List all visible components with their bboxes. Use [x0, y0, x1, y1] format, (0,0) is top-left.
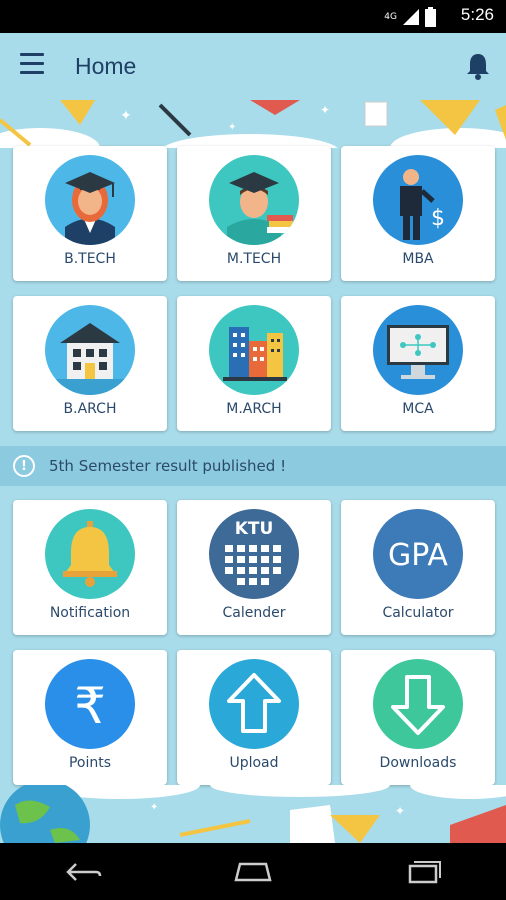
gpa-calculator-card[interactable]: GPA Calculator: [341, 500, 495, 635]
calendar-badge: KTU: [235, 519, 274, 539]
status-bar: 4G 5:26: [0, 0, 506, 33]
notification-card[interactable]: Notification: [13, 500, 167, 635]
tool-label: Calender: [222, 605, 286, 621]
svg-text:✦: ✦: [228, 122, 236, 133]
notification-bell-icon[interactable]: [464, 51, 492, 81]
menu-icon[interactable]: [20, 53, 50, 79]
calendar-card[interactable]: KTU Calender: [177, 500, 331, 635]
course-card-btech[interactable]: B.TECH: [13, 146, 167, 281]
calendar-icon: KTU: [209, 509, 299, 599]
notice-text: 5th Semester result published !: [49, 457, 287, 475]
graduate-woman-icon: [45, 155, 135, 245]
info-icon: !: [13, 455, 35, 477]
tool-label: Points: [68, 755, 112, 771]
rupee-glyph: ₹: [74, 677, 106, 735]
upload-icon: [209, 659, 299, 749]
gpa-icon: GPA: [373, 509, 463, 599]
course-label: MBA: [402, 251, 434, 267]
points-card[interactable]: ₹ Points: [13, 650, 167, 785]
tool-label: Upload: [229, 755, 279, 771]
rupee-icon: ₹: [45, 659, 135, 749]
back-icon[interactable]: [54, 852, 114, 892]
decorative-banner-bottom: ✦ ✦: [0, 785, 506, 843]
page-title: Home: [75, 53, 137, 79]
course-card-march[interactable]: M.ARCH: [177, 296, 331, 431]
home-icon[interactable]: [223, 852, 283, 892]
buildings-icon: [209, 305, 299, 395]
tool-label: Calculator: [382, 605, 454, 621]
course-label: M.TECH: [226, 251, 282, 267]
svg-text:$: $: [431, 206, 445, 231]
download-icon: [373, 659, 463, 749]
course-label: B.TECH: [64, 251, 116, 267]
graduate-man-icon: [209, 155, 299, 245]
course-label: MCA: [402, 401, 434, 417]
bell-icon: [45, 509, 135, 599]
course-card-mba[interactable]: $ MBA: [341, 146, 495, 281]
house-icon: [45, 305, 135, 395]
network-type: 4G: [384, 12, 397, 22]
notice-bar[interactable]: ! 5th Semester result published !: [0, 446, 506, 486]
app-bar: Home: [0, 33, 506, 100]
course-card-mtech[interactable]: M.TECH: [177, 146, 331, 281]
downloads-card[interactable]: Downloads: [341, 650, 495, 785]
svg-text:✦: ✦: [320, 103, 330, 117]
businessman-icon: $: [373, 155, 463, 245]
status-time: 5:26: [460, 5, 494, 24]
system-nav-bar: [0, 843, 506, 900]
computer-icon: [373, 305, 463, 395]
signal-icon: [403, 9, 419, 25]
recents-icon[interactable]: [392, 852, 452, 892]
course-card-mca[interactable]: MCA: [341, 296, 495, 431]
battery-icon: [425, 7, 436, 27]
svg-text:✦: ✦: [395, 804, 405, 818]
svg-text:✦: ✦: [150, 802, 158, 813]
svg-text:✦: ✦: [120, 108, 132, 124]
decorative-banner-top: ✦ ✦ ✦: [0, 100, 506, 148]
upload-card[interactable]: Upload: [177, 650, 331, 785]
tool-label: Downloads: [379, 755, 457, 771]
course-label: B.ARCH: [63, 401, 117, 417]
gpa-badge: GPA: [388, 538, 448, 573]
course-label: M.ARCH: [226, 401, 282, 417]
status-icons: 4G: [384, 7, 436, 27]
course-card-barch[interactable]: B.ARCH: [13, 296, 167, 431]
tool-label: Notification: [49, 605, 131, 621]
